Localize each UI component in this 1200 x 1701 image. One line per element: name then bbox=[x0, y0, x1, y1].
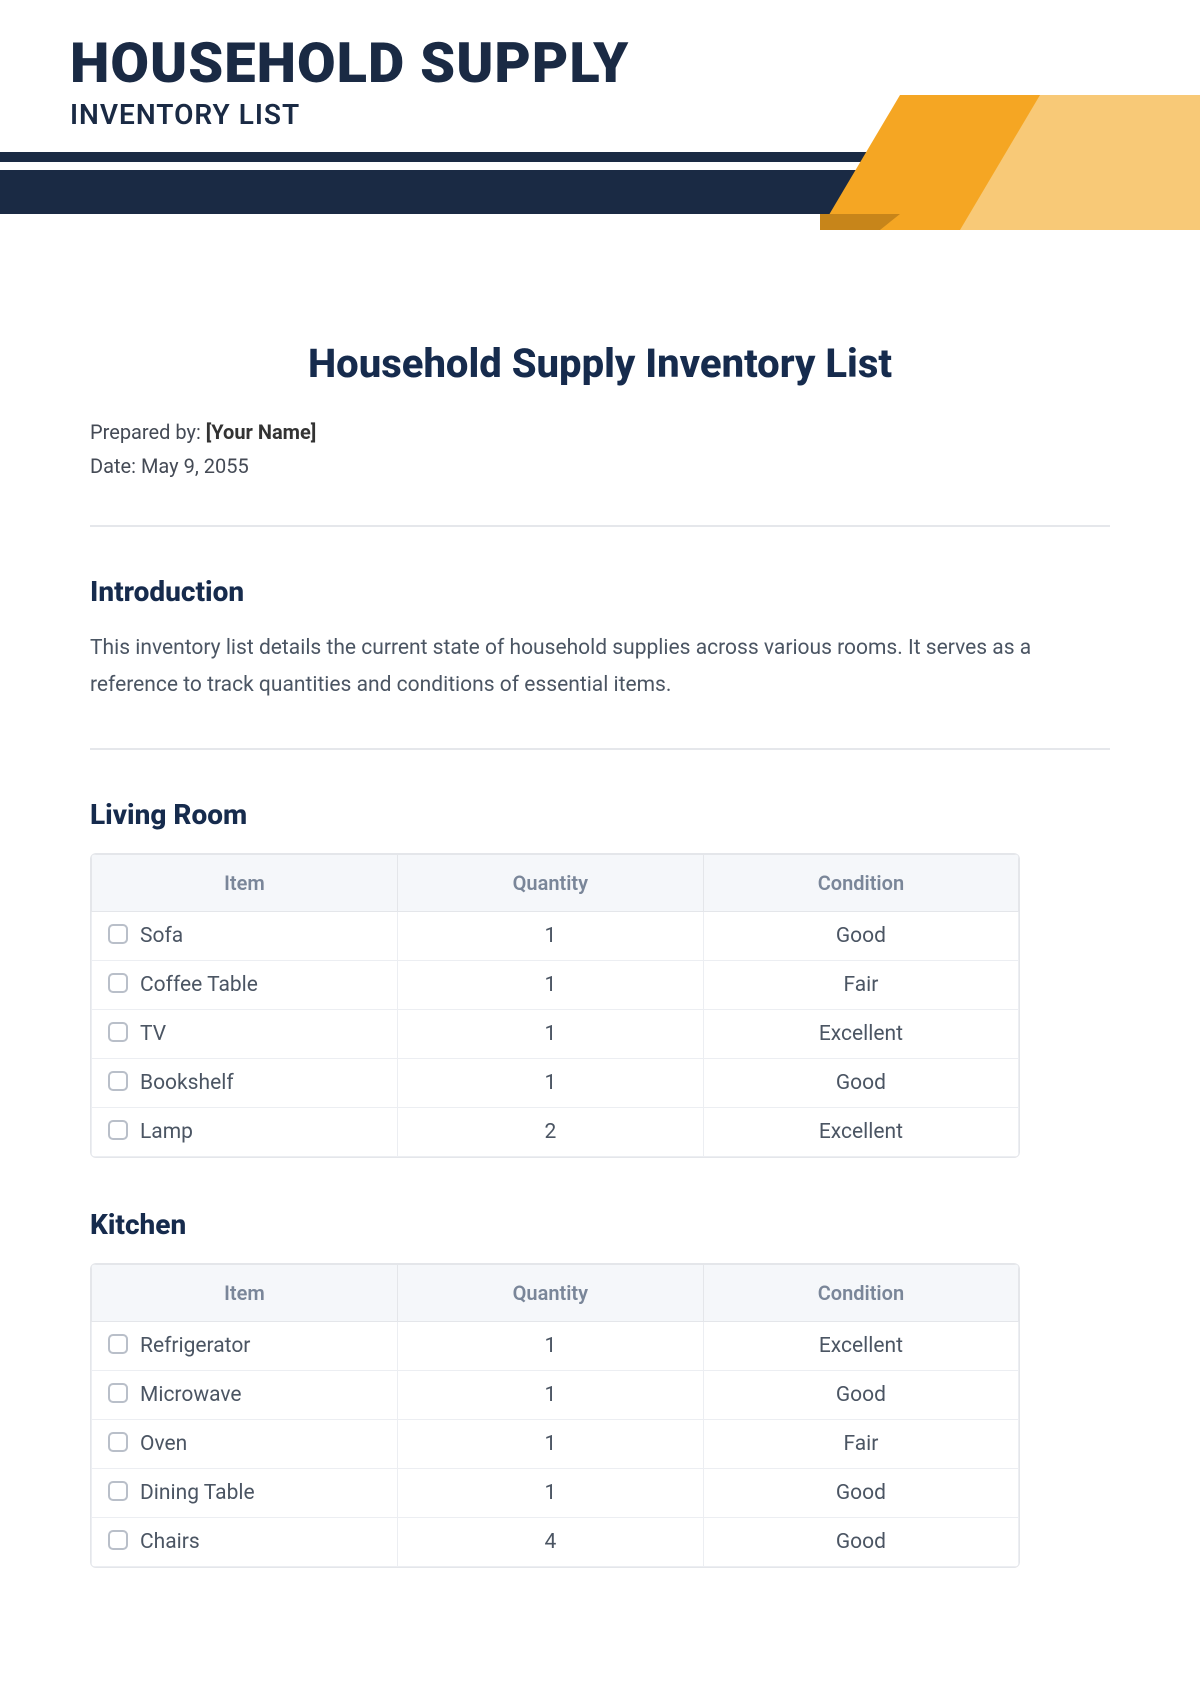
section-heading-kitchen: Kitchen bbox=[90, 1208, 1110, 1241]
cell-condition: Good bbox=[703, 1517, 1018, 1566]
banner-title-sub: INVENTORY LIST bbox=[70, 98, 300, 131]
col-item: Item bbox=[92, 854, 398, 911]
checkbox-icon[interactable] bbox=[108, 924, 128, 944]
table-row: Oven 1 Fair bbox=[92, 1419, 1019, 1468]
cell-condition: Fair bbox=[703, 960, 1018, 1009]
cell-condition: Excellent bbox=[703, 1009, 1018, 1058]
section-heading-living-room: Living Room bbox=[90, 798, 1110, 831]
banner-title-main: HOUSEHOLD SUPPLY bbox=[70, 30, 629, 96]
cell-condition: Good bbox=[703, 1468, 1018, 1517]
cell-condition: Excellent bbox=[703, 1107, 1018, 1156]
checkbox-icon[interactable] bbox=[108, 1334, 128, 1354]
banner: HOUSEHOLD SUPPLY INVENTORY LIST bbox=[0, 0, 1200, 230]
cell-item: Oven bbox=[140, 1432, 187, 1456]
table-row: Coffee Table 1 Fair bbox=[92, 960, 1019, 1009]
checkbox-icon[interactable] bbox=[108, 1383, 128, 1403]
checkbox-icon[interactable] bbox=[108, 1071, 128, 1091]
cell-quantity: 1 bbox=[397, 1321, 703, 1370]
date-label: Date: bbox=[90, 454, 141, 478]
cell-quantity: 1 bbox=[397, 1419, 703, 1468]
table-row: Refrigerator 1 Excellent bbox=[92, 1321, 1019, 1370]
cell-condition: Excellent bbox=[703, 1321, 1018, 1370]
table-row: Bookshelf 1 Good bbox=[92, 1058, 1019, 1107]
prepared-by-label: Prepared by: bbox=[90, 420, 206, 444]
cell-item: Microwave bbox=[140, 1383, 242, 1407]
divider bbox=[90, 748, 1110, 750]
table-living-room: Item Quantity Condition Sofa 1 Good Coff… bbox=[90, 853, 1020, 1158]
col-quantity: Quantity bbox=[397, 1264, 703, 1321]
divider bbox=[90, 525, 1110, 527]
table-row: Lamp 2 Excellent bbox=[92, 1107, 1019, 1156]
cell-quantity: 1 bbox=[397, 911, 703, 960]
banner-accent-shape bbox=[780, 0, 1200, 230]
checkbox-icon[interactable] bbox=[108, 1530, 128, 1550]
table-row: TV 1 Excellent bbox=[92, 1009, 1019, 1058]
table-row: Dining Table 1 Good bbox=[92, 1468, 1019, 1517]
page-title: Household Supply Inventory List bbox=[90, 340, 1110, 387]
col-item: Item bbox=[92, 1264, 398, 1321]
cell-condition: Fair bbox=[703, 1419, 1018, 1468]
cell-item: Chairs bbox=[140, 1530, 200, 1554]
prepared-by-value: [Your Name] bbox=[206, 420, 317, 444]
cell-quantity: 1 bbox=[397, 960, 703, 1009]
cell-condition: Good bbox=[703, 911, 1018, 960]
cell-item: Lamp bbox=[140, 1120, 193, 1144]
intro-body: This inventory list details the current … bbox=[90, 630, 1110, 704]
checkbox-icon[interactable] bbox=[108, 1022, 128, 1042]
cell-condition: Good bbox=[703, 1058, 1018, 1107]
intro-heading: Introduction bbox=[90, 575, 1110, 608]
meta-block: Prepared by: [Your Name] Date: May 9, 20… bbox=[90, 415, 1110, 483]
checkbox-icon[interactable] bbox=[108, 1481, 128, 1501]
col-condition: Condition bbox=[703, 854, 1018, 911]
cell-quantity: 1 bbox=[397, 1058, 703, 1107]
cell-item: Refrigerator bbox=[140, 1334, 250, 1358]
cell-condition: Good bbox=[703, 1370, 1018, 1419]
cell-quantity: 2 bbox=[397, 1107, 703, 1156]
cell-item: Sofa bbox=[140, 924, 183, 948]
cell-item: TV bbox=[140, 1022, 166, 1046]
table-row: Microwave 1 Good bbox=[92, 1370, 1019, 1419]
checkbox-icon[interactable] bbox=[108, 973, 128, 993]
cell-item: Dining Table bbox=[140, 1481, 255, 1505]
cell-quantity: 1 bbox=[397, 1370, 703, 1419]
content: Household Supply Inventory List Prepared… bbox=[0, 230, 1200, 1568]
cell-quantity: 1 bbox=[397, 1009, 703, 1058]
cell-item: Bookshelf bbox=[140, 1071, 234, 1095]
col-condition: Condition bbox=[703, 1264, 1018, 1321]
table-kitchen: Item Quantity Condition Refrigerator 1 E… bbox=[90, 1263, 1020, 1568]
table-header-row: Item Quantity Condition bbox=[92, 1264, 1019, 1321]
checkbox-icon[interactable] bbox=[108, 1432, 128, 1452]
table-row: Chairs 4 Good bbox=[92, 1517, 1019, 1566]
date-value: May 9, 2055 bbox=[141, 454, 249, 478]
table-header-row: Item Quantity Condition bbox=[92, 854, 1019, 911]
cell-quantity: 1 bbox=[397, 1468, 703, 1517]
cell-quantity: 4 bbox=[397, 1517, 703, 1566]
table-row: Sofa 1 Good bbox=[92, 911, 1019, 960]
col-quantity: Quantity bbox=[397, 854, 703, 911]
cell-item: Coffee Table bbox=[140, 973, 258, 997]
checkbox-icon[interactable] bbox=[108, 1120, 128, 1140]
